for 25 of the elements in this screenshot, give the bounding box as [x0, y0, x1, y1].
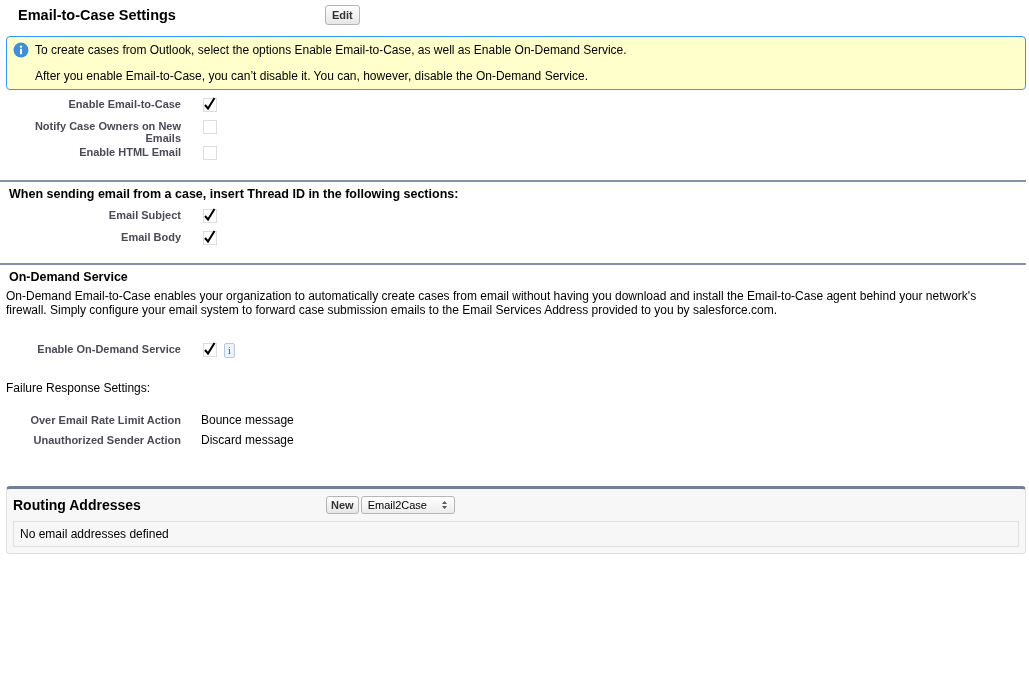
- field-label: Email Body: [120, 230, 181, 243]
- updown-icon: [440, 500, 448, 510]
- field-label: Enable Email-to-Case: [67, 97, 181, 110]
- edit-button[interactable]: Edit: [325, 5, 360, 25]
- info-text: To create cases from Outlook, select the options Enable Email-to-Case, as well as Enable On-Demand Service.: [35, 43, 627, 57]
- field-label: Email Subject: [107, 208, 181, 221]
- empty-message: No email addresses defined: [20, 527, 169, 541]
- section-heading: On-Demand Service: [8, 270, 129, 284]
- field-label: Unauthorized Sender Action: [32, 433, 181, 446]
- panel-title: Routing Addresses: [13, 497, 142, 513]
- dropdown[interactable]: Email2Case: [360, 496, 455, 514]
- field-label: Enable On-Demand Service: [36, 342, 181, 355]
- section-title: Email-to-Case Settings: [18, 7, 177, 23]
- field-label: Over Email Rate Limit Action: [29, 413, 181, 426]
- field-label: Notify Case Owners on New Emails: [33, 119, 181, 144]
- field-value: Bounce message: [201, 412, 294, 427]
- subsection-label: Failure Response Settings:: [5, 381, 152, 395]
- new-button[interactable]: New: [326, 496, 359, 514]
- info-button[interactable]: i: [224, 343, 235, 358]
- description-text: On-Demand Email-to-Case enables your organization to automatically create cases from email without having you download and install the Email-to-Case agent behind your network's firewall. Simply configure your email system to forward case submission emails to the Email Services Address provided to you by salesforce.com.: [5, 289, 978, 317]
- info-icon: [13, 42, 29, 58]
- info-text: After you enable Email-to-Case, you can’t disable it. You can, however, disable the On-Demand Service.: [35, 69, 589, 83]
- section-heading: When sending email from a case, insert Thread ID in the following sections:: [8, 187, 460, 201]
- field-value: Discard message: [201, 432, 294, 447]
- field-label: Enable HTML Email: [78, 145, 181, 158]
